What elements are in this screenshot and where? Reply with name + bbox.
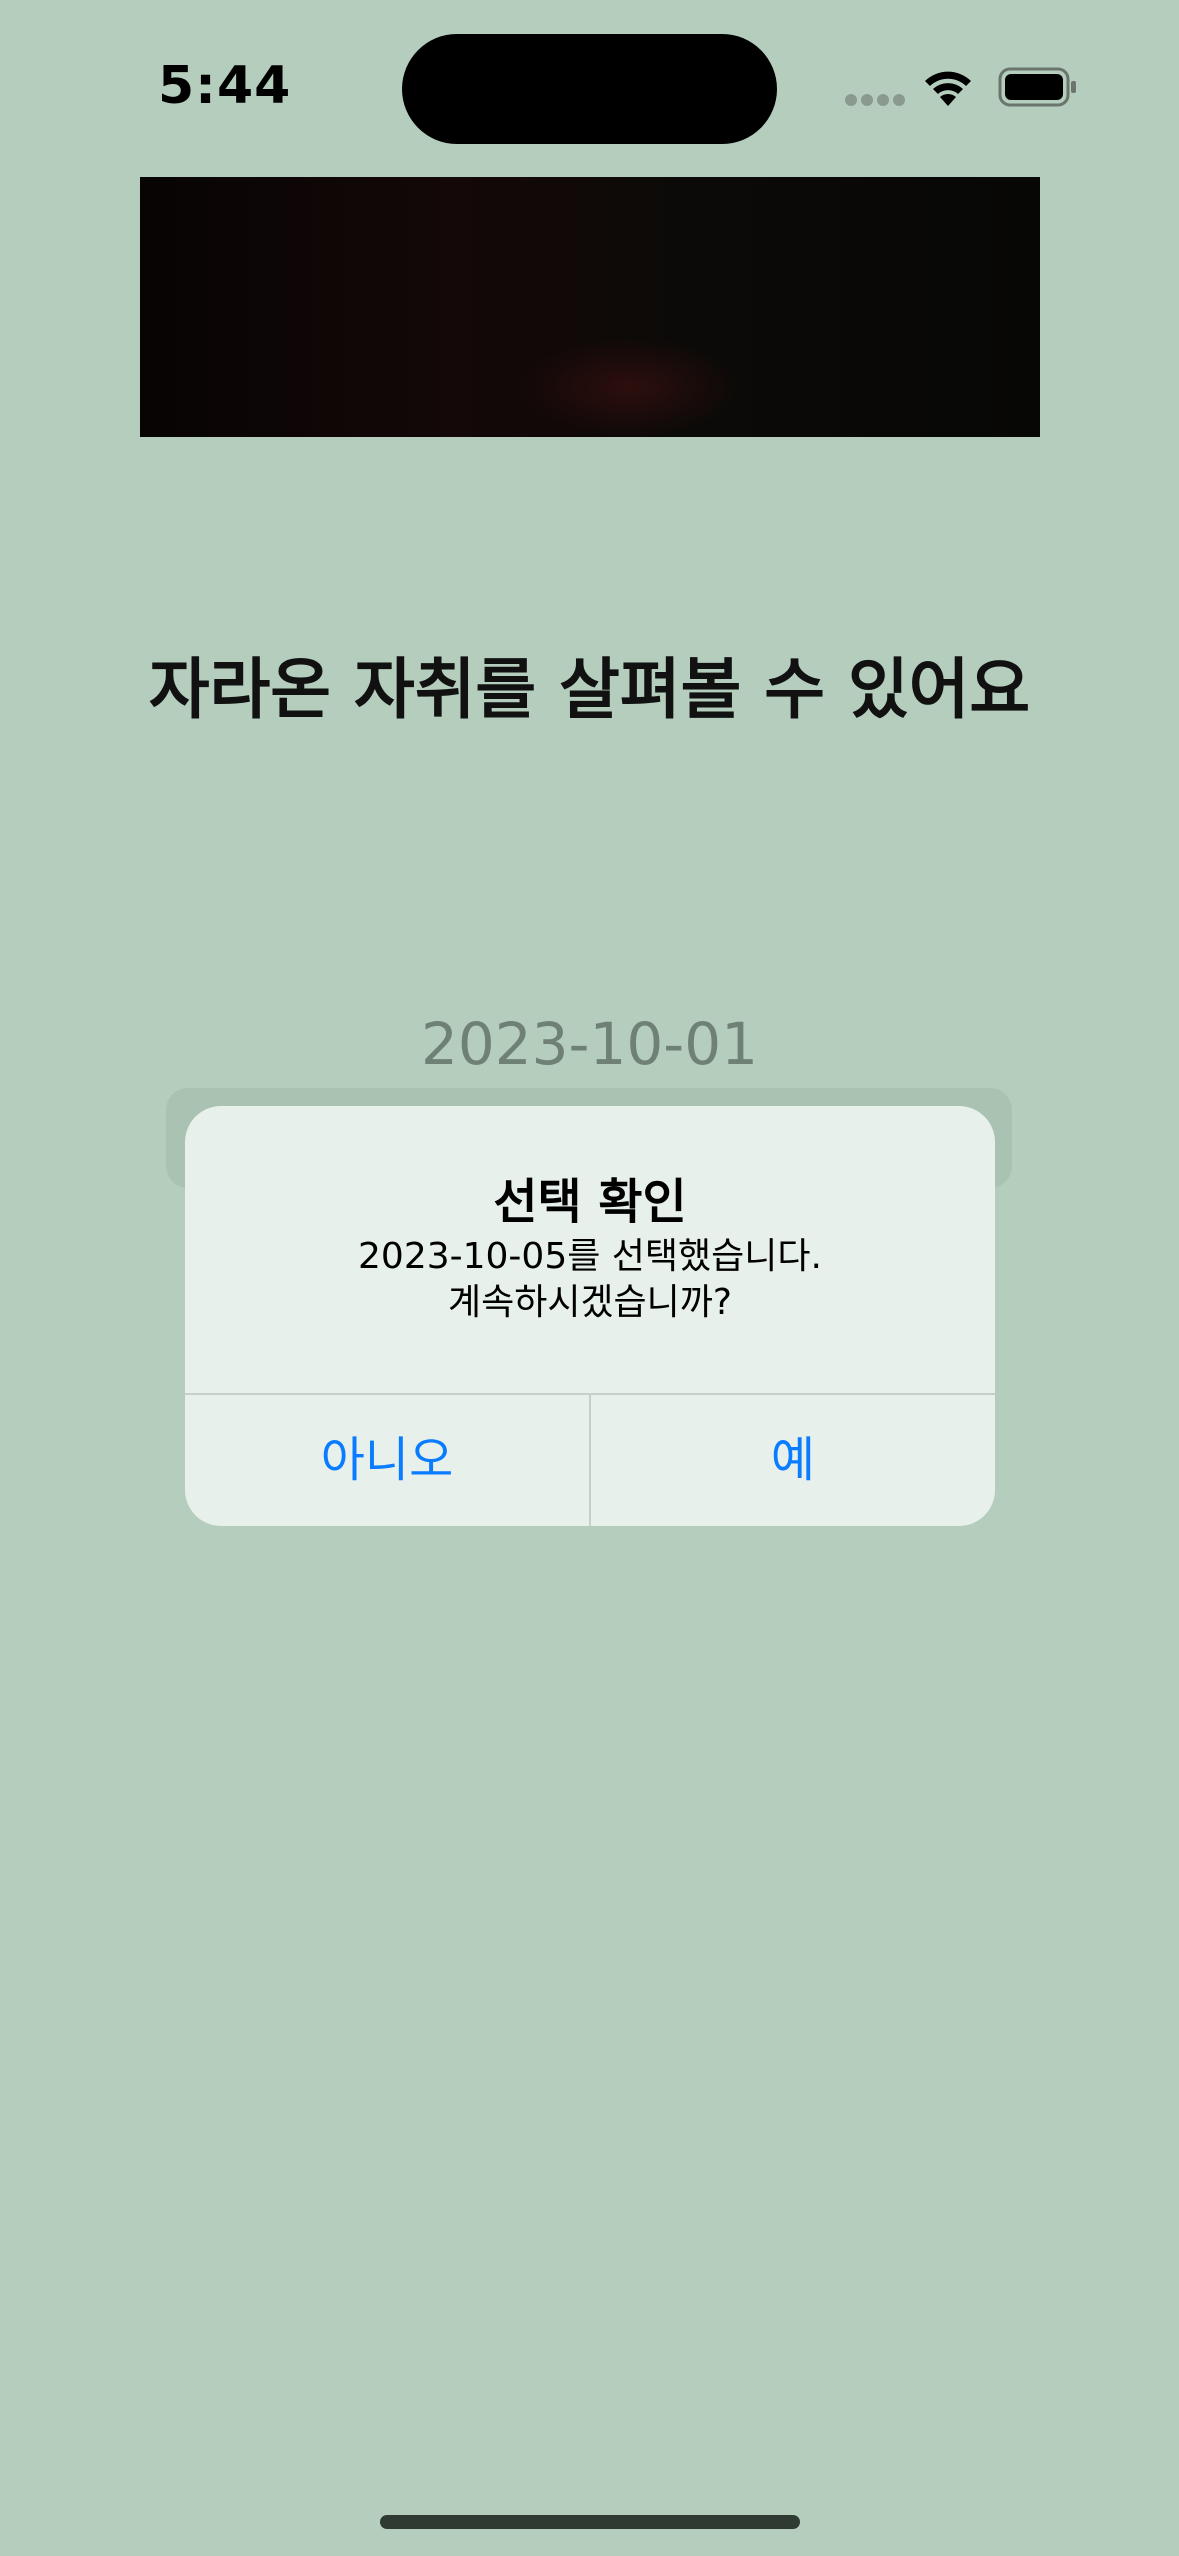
status-bar: 5:44 — [0, 0, 1179, 170]
alert-message: 2023-10-05를 선택했습니다. 계속하시겠습니까? — [185, 1234, 995, 1326]
battery-icon — [998, 67, 1076, 107]
alert-message-line1: 2023-10-05를 선택했습니다. — [358, 1236, 822, 1277]
banner-glow — [520, 337, 740, 437]
alert-message-line2: 계속하시겠습니까? — [447, 1282, 733, 1323]
alert-title: 선택 확인 — [493, 1174, 687, 1230]
wifi-icon — [925, 71, 971, 106]
selected-date-label: 2023-10-01 — [420, 1010, 759, 1078]
banner-image — [140, 177, 1040, 437]
home-indicator[interactable] — [380, 2515, 800, 2529]
confirm-button[interactable]: 예 — [591, 1395, 995, 1526]
dynamic-island — [402, 34, 777, 144]
page-headline: 자라온 자취를 살펴볼 수 있어요 — [148, 651, 1031, 728]
status-time: 5:44 — [158, 56, 292, 116]
signal-dots-icon — [845, 94, 905, 108]
confirm-alert: 선택 확인 2023-10-05를 선택했습니다. 계속하시겠습니까? 아니오 … — [185, 1106, 995, 1526]
cancel-button[interactable]: 아니오 — [185, 1395, 589, 1526]
